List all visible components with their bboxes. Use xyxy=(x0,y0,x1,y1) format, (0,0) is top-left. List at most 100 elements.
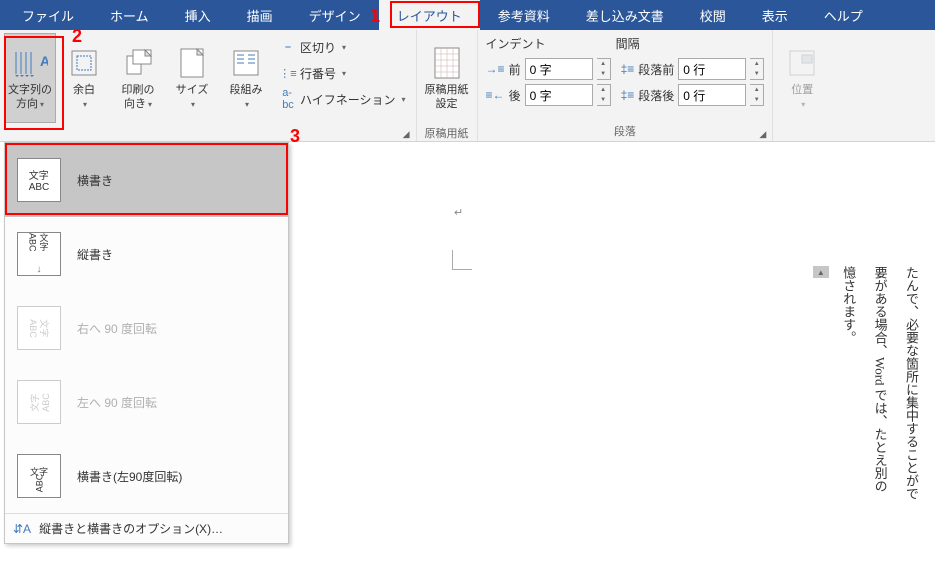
chevron-down-icon: ▾ xyxy=(83,100,87,109)
genkou-label: 原稿用紙 設定 xyxy=(425,83,469,112)
columns-icon xyxy=(228,45,264,81)
page-setup-launcher[interactable]: ◢ xyxy=(403,129,410,140)
callout-3: 3 xyxy=(290,126,300,147)
callout-2: 2 xyxy=(72,26,82,47)
menu-item-rotate-right-label: 右へ 90 度回転 xyxy=(77,320,157,337)
spacing-header: 間隔 xyxy=(616,35,640,52)
line-numbers-button[interactable]: ⋮≡行番号 ▾ xyxy=(276,61,410,85)
menu-item-rotate-left-label: 左へ 90 度回転 xyxy=(77,394,157,411)
indent-before-label: 前 xyxy=(509,61,521,78)
group-page-setup: A 文字列の 方向▾ 余白▾ 印刷の 向き▾ サイズ▾ xyxy=(0,30,417,141)
menu-item-horizontal[interactable]: 文字 ABC 横書き xyxy=(5,143,288,217)
tab-design[interactable]: デザイン xyxy=(291,0,379,30)
orientation-icon xyxy=(120,45,156,81)
line-numbers-icon: ⋮≡ xyxy=(280,65,296,81)
paragraph-launcher[interactable]: ◢ xyxy=(759,129,766,140)
chevron-down-icon: ▾ xyxy=(402,95,406,104)
rotate-left-icon: 文字 ABC xyxy=(17,380,61,424)
text-direction-button[interactable]: A 文字列の 方向▾ xyxy=(4,33,56,123)
text-direction-dropdown: 文字 ABC 横書き 文字ABC↓ 縦書き 文字 ABC 右へ 90 度回転 文… xyxy=(4,142,289,544)
tab-layout[interactable]: レイアウト xyxy=(379,0,480,30)
spacing-before-spinner[interactable]: ▲▼ xyxy=(750,58,764,80)
chevron-down-icon: ▾ xyxy=(801,100,805,109)
horizontal-icon: 文字 ABC xyxy=(17,158,61,202)
tab-help[interactable]: ヘルプ xyxy=(806,0,881,30)
menu-tabs: ファイル ホーム 挿入 描画 デザイン レイアウト 参考資料 差し込み文書 校閲… xyxy=(0,0,935,30)
size-label: サイズ xyxy=(176,84,209,96)
svg-text:A: A xyxy=(40,53,48,69)
margins-label: 余白 xyxy=(73,84,95,96)
hyphenation-icon: a-bc xyxy=(280,91,296,107)
indent-header: インデント xyxy=(486,35,546,52)
spacing-before-input[interactable] xyxy=(678,58,746,80)
indent-after-label: 後 xyxy=(509,87,521,104)
spacing-before-label: 段落前 xyxy=(638,61,674,78)
options-icon: ⇵A xyxy=(13,522,31,536)
tab-review[interactable]: 校閲 xyxy=(682,0,744,30)
size-icon xyxy=(174,45,210,81)
indent-before-spinner[interactable]: ▲▼ xyxy=(597,58,611,80)
spacing-after-input[interactable] xyxy=(678,84,746,106)
indent-after-spinner[interactable]: ▲▼ xyxy=(597,84,611,106)
indent-before-input[interactable] xyxy=(525,58,593,80)
text-direction-label: 文字列の 方向 xyxy=(8,84,52,110)
tab-home[interactable]: ホーム xyxy=(92,0,167,30)
callout-1: 1 xyxy=(370,6,380,27)
spacing-after-spinner[interactable]: ▲▼ xyxy=(750,84,764,106)
menu-item-options[interactable]: ⇵A 縦書きと横書きのオプション(X)… xyxy=(5,513,288,543)
scroll-up-button[interactable]: ▲ xyxy=(813,266,829,278)
doc-line-1: たんで、必要な箇所に集中することがで xyxy=(900,266,923,546)
doc-line-3: 憶されます。 xyxy=(837,266,860,546)
spacing-after-label: 段落後 xyxy=(638,87,674,104)
chevron-down-icon: ▾ xyxy=(342,43,346,52)
hyphenation-label: ハイフネーション xyxy=(300,91,396,108)
paragraph-mark-icon: ↵ xyxy=(454,206,463,219)
spacing-before-icon: ‡≡ xyxy=(621,62,635,76)
position-button: 位置 ▾ xyxy=(777,33,827,123)
menu-item-horizontal-label: 横書き xyxy=(77,172,113,189)
paragraph-group-label: 段落 xyxy=(614,126,636,138)
rotate-right-icon: 文字 ABC xyxy=(17,306,61,350)
margins-button[interactable]: 余白 ▾ xyxy=(58,33,110,123)
menu-item-rotate-right: 文字 ABC 右へ 90 度回転 xyxy=(5,291,288,365)
chevron-down-icon: ▾ xyxy=(40,100,44,109)
vertical-text-area: たんで、必要な箇所に集中することがで 要がある場合、Word では、たとえ別の … xyxy=(813,266,923,546)
columns-button[interactable]: 段組み▾ xyxy=(220,33,272,123)
menu-item-vertical-label: 縦書き xyxy=(77,246,113,263)
genkou-icon xyxy=(429,45,465,81)
tab-references[interactable]: 参考資料 xyxy=(480,0,568,30)
menu-item-horizontal-left90-label: 横書き(左90度回転) xyxy=(77,468,182,485)
margins-icon xyxy=(66,45,102,81)
indent-after-input[interactable] xyxy=(525,84,593,106)
tab-draw[interactable]: 描画 xyxy=(229,0,291,30)
vertical-icon: 文字ABC↓ xyxy=(17,232,61,276)
menu-item-horizontal-left90[interactable]: 文字ABC 横書き(左90度回転) xyxy=(5,439,288,513)
ribbon: A 文字列の 方向▾ 余白▾ 印刷の 向き▾ サイズ▾ xyxy=(0,30,935,142)
breaks-button[interactable]: ⎯区切り▾ xyxy=(276,35,410,59)
line-numbers-label: 行番号 xyxy=(300,65,336,82)
position-label: 位置 xyxy=(791,84,813,96)
chevron-down-icon: ▾ xyxy=(342,69,346,78)
chevron-down-icon: ▾ xyxy=(191,100,195,109)
spacing-after-icon: ‡≡ xyxy=(621,88,635,102)
orientation-button[interactable]: 印刷の 向き▾ xyxy=(112,33,164,123)
group-paragraph: インデント 間隔 →≡ 前 ▲▼ ‡≡ 段落前 ▲▼ ≡← 後 xyxy=(478,30,774,141)
position-icon xyxy=(784,45,820,81)
group-arrange: 位置 ▾ xyxy=(773,30,831,141)
tab-view[interactable]: 表示 xyxy=(744,0,806,30)
breaks-label: 区切り xyxy=(300,39,336,56)
hyphenation-button[interactable]: a-bcハイフネーション ▾ xyxy=(276,87,410,111)
genkou-group-label: 原稿用紙 xyxy=(421,123,473,143)
size-button[interactable]: サイズ ▾ xyxy=(166,33,218,123)
menu-item-vertical[interactable]: 文字ABC↓ 縦書き xyxy=(5,217,288,291)
menu-item-rotate-left: 文字 ABC 左へ 90 度回転 xyxy=(5,365,288,439)
chevron-down-icon: ▾ xyxy=(148,100,152,109)
menu-item-options-label: 縦書きと横書きのオプション(X)… xyxy=(39,520,223,537)
genkou-button[interactable]: 原稿用紙 設定 xyxy=(421,33,473,123)
document-area[interactable]: ↵ たんで、必要な箇所に集中することがで 要がある場合、Word では、たとえ別… xyxy=(290,142,935,579)
doc-line-2: 要がある場合、Word では、たとえ別の xyxy=(868,266,891,546)
tab-mailings[interactable]: 差し込み文書 xyxy=(568,0,682,30)
tab-insert[interactable]: 挿入 xyxy=(167,0,229,30)
group-genkou: 原稿用紙 設定 原稿用紙 xyxy=(417,30,478,141)
chevron-down-icon: ▾ xyxy=(245,100,249,109)
